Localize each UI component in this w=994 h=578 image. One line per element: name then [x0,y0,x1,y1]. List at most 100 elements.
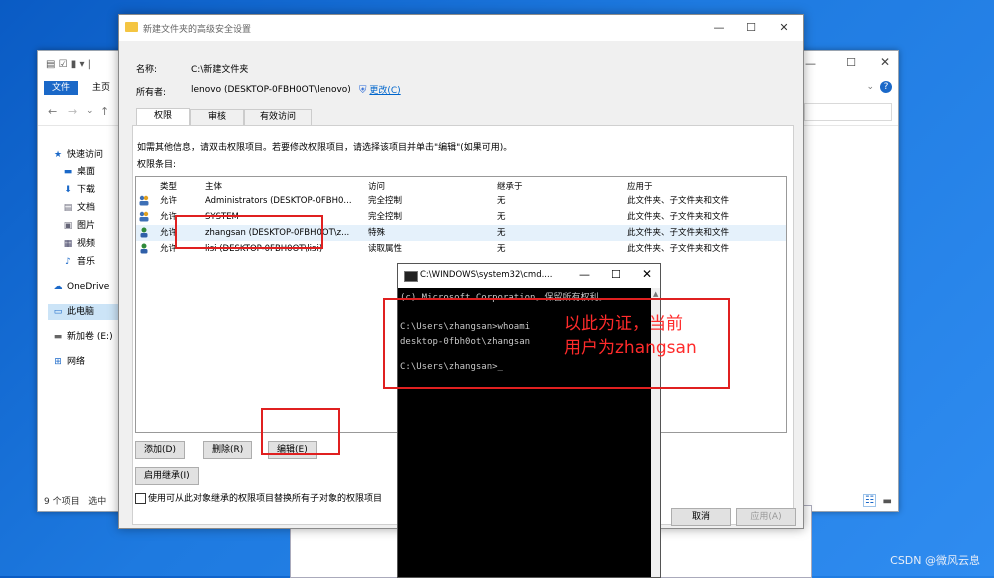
sidebar-item-music[interactable]: ♪ 音乐 [62,254,95,270]
cancel-button[interactable]: 取消 [671,508,731,526]
row-type: 允许 [160,196,178,206]
cmd-title: C:\WINDOWS\system32\cmd.... [420,270,553,280]
row-inherited: 无 [497,244,506,254]
replace-checkbox-label: 使用可从此对象继承的权限项目替换所有子对象的权限项目 [148,494,383,504]
sidebar-item-videos[interactable]: ▦ 视频 [62,236,95,252]
annotation-text: 以此为证，当前 用户为zhangsan [564,312,697,360]
row-principal: Administrators (DESKTOP-0FBH0... [205,196,352,206]
status-bar: 9 个项目 选中 [44,494,106,507]
ribbon-tab-file[interactable]: 文件 [44,81,79,95]
sidebar-item-onedrive[interactable]: ☁ OneDrive [52,279,110,295]
owner-value: lenovo (DESKTOP-0FBH0OT\lenovo) [191,85,351,95]
row-inherited: 无 [497,212,506,222]
row-access: 完全控制 [368,196,403,206]
download-icon: ⬇ [64,185,72,195]
annotation-line-1: 以此为证，当前 [564,314,683,334]
sidebar-item-this-pc[interactable]: ▭ 此电脑 [48,304,124,320]
drive-icon: ▬ [53,332,63,342]
search-input[interactable] [804,103,892,121]
cmd-icon [404,271,418,282]
column-access[interactable]: 访问 [368,180,385,192]
document-icon: ▤ [63,203,73,213]
tab-permissions[interactable]: 权限 [136,108,190,126]
tab-effective-access[interactable]: 有效访问 [244,109,312,125]
scroll-up-icon[interactable]: ▲ [653,290,658,298]
column-applies-to[interactable]: 应用于 [627,180,653,192]
row-inherited: 无 [497,196,506,206]
row-access: 读取属性 [368,244,403,254]
group-icon [139,211,149,222]
desktop-icon: ▬ [63,167,73,177]
annotation-line-2: 用户为zhangsan [564,338,697,358]
enable-inheritance-button[interactable]: 启用继承(I) [135,467,199,485]
picture-icon: ▣ [63,221,73,231]
cmd-titlebar: C:\WINDOWS\system32\cmd.... — ☐ ✕ [398,264,660,288]
sidebar-item-desktop[interactable]: ▬ 桌面 [62,164,95,180]
row-access: 完全控制 [368,212,403,222]
close-icon[interactable]: ✕ [769,19,799,37]
remove-button[interactable]: 删除(R) [203,441,253,459]
minimize-icon[interactable]: — [704,19,734,37]
highlight-edit-button [261,408,340,455]
pc-icon: ▭ [53,307,63,317]
row-inherited: 无 [497,228,506,238]
sidebar-item-quick-access[interactable]: ★ 快速访问 [52,147,103,163]
owner-label: 所有者: [136,88,167,98]
help-icon[interactable]: ? [880,81,892,93]
row-access: 特殊 [368,228,386,238]
maximize-icon[interactable]: ☐ [736,19,766,37]
folder-icon [125,22,138,32]
sidebar-item-network[interactable]: ⊞ 网络 [52,354,85,370]
column-inherited-from[interactable]: 继承于 [497,180,523,192]
maximize-icon[interactable]: ☐ [846,56,856,69]
music-icon: ♪ [65,257,71,267]
ribbon-tab-home[interactable]: 主页 [84,81,118,95]
sidebar-item-documents[interactable]: ▤ 文档 [62,200,95,216]
apply-button[interactable]: 应用(A) [736,508,796,526]
replace-checkbox[interactable] [135,493,146,504]
minimize-icon[interactable]: — [805,57,816,70]
forward-icon[interactable]: → [68,105,77,118]
table-row[interactable]: 允许 Administrators (DESKTOP-0FBH0... 完全控制… [136,193,786,209]
group-icon [139,195,149,206]
entries-label: 权限条目: [137,160,177,170]
column-type[interactable]: 类型 [160,180,177,192]
sidebar-item-pictures[interactable]: ▣ 图片 [62,218,95,234]
replace-child-permissions[interactable]: 使用可从此对象继承的权限项目替换所有子对象的权限项目 [135,491,382,504]
up-icon[interactable]: ↑ [100,105,109,118]
info-text: 如需其他信息，请双击权限项目。若要修改权限项目，请选择该项目并单击"编辑"(如果… [137,143,513,153]
back-icon[interactable]: ← [48,105,57,118]
quick-access-toolbar-icon[interactable]: ▤ ☑ ▮ ▾ | [46,59,91,70]
name-value: C:\新建文件夹 [191,65,249,75]
maximize-icon[interactable]: ☐ [611,268,621,281]
sidebar-item-downloads[interactable]: ⬇ 下载 [62,182,95,198]
row-applies: 此文件夹、子文件夹和文件 [627,244,730,254]
close-icon[interactable]: ✕ [642,267,652,281]
row-applies: 此文件夹、子文件夹和文件 [627,196,730,206]
shield-icon: ⛨ [359,85,367,96]
user-icon [140,227,148,238]
star-icon: ★ [53,150,63,160]
network-icon: ⊞ [54,357,62,367]
watermark: CSDN @微风云息 [890,554,980,567]
minimize-icon[interactable]: — [579,268,590,281]
user-icon [140,243,148,254]
large-icons-view-icon[interactable]: ▬ [883,496,892,507]
highlight-zhangsan-row [175,215,323,249]
name-label: 名称: [136,65,158,75]
change-owner-link[interactable]: ⛨ 更改(C) [359,83,401,96]
recent-icon[interactable]: ⌄ [86,106,94,116]
close-icon[interactable]: ✕ [880,55,890,69]
row-applies: 此文件夹、子文件夹和文件 [627,228,730,238]
ribbon-expand-icon[interactable]: ⌄ [866,82,874,92]
video-icon: ▦ [63,239,73,249]
cloud-icon: ☁ [53,282,63,292]
sidebar-item-new-volume[interactable]: ▬ 新加卷 (E:) [52,329,113,345]
details-view-icon[interactable]: ☷ [863,494,876,507]
tab-auditing[interactable]: 审核 [190,109,244,125]
column-principal[interactable]: 主体 [205,180,222,192]
dialog-titlebar: 新建文件夹的高级安全设置 — ☐ ✕ [119,15,803,41]
dialog-title: 新建文件夹的高级安全设置 [143,25,252,35]
item-count: 9 个项目 [44,497,80,507]
add-button[interactable]: 添加(D) [135,441,185,459]
